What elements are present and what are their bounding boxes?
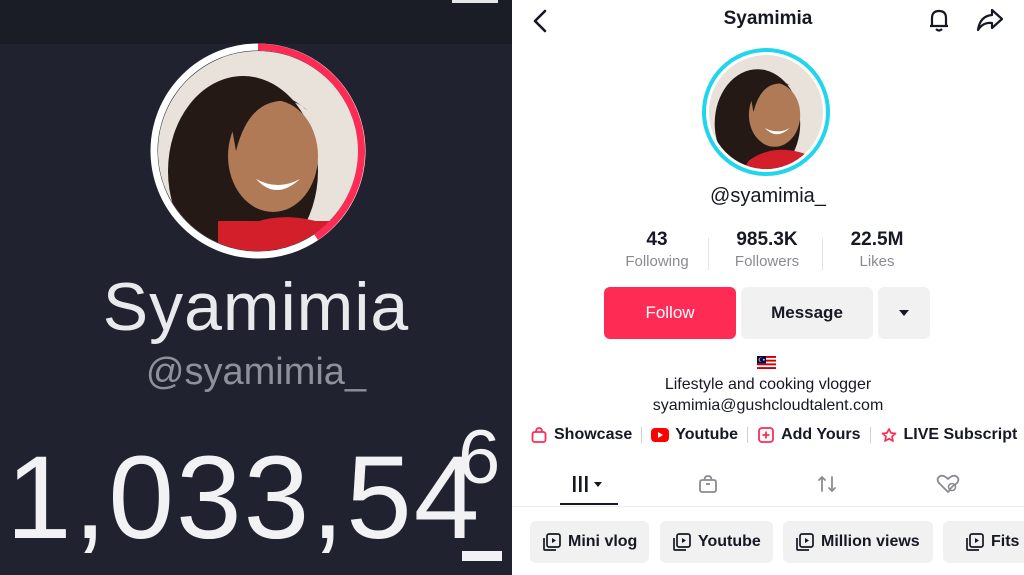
playlist-icon: [796, 533, 814, 551]
profile-username: @syamimia_: [710, 185, 826, 207]
tabs-divider: [512, 506, 1024, 507]
stat-value: 43: [646, 229, 668, 250]
link-divider: [747, 427, 749, 443]
link-label: Youtube: [675, 426, 739, 443]
link-add-yours[interactable]: Add Yours: [757, 426, 861, 444]
link-label: Add Yours: [781, 426, 861, 443]
link-divider: [641, 427, 643, 443]
tab-reposts[interactable]: [807, 466, 847, 502]
counter-cursor: [462, 551, 502, 561]
stat-likes[interactable]: 22.5M Likes: [817, 229, 937, 270]
youtube-icon: [651, 428, 670, 442]
playlist-label: Mini vlog: [568, 533, 638, 550]
caret-down-icon: [899, 310, 909, 316]
follower-count: 1,033,54: [6, 432, 482, 564]
playlist-label: Million views: [821, 533, 920, 550]
playlist-icon: [673, 533, 691, 551]
playlist-million-views[interactable]: Million views: [783, 521, 933, 563]
tab-videos[interactable]: [560, 466, 618, 502]
avatar: [158, 51, 358, 251]
profile-panel: Syamimia @syamimia_ 43 Following 985.3K …: [512, 0, 1024, 575]
playlist-youtube[interactable]: Youtube: [660, 521, 773, 563]
profile-links: Showcase Youtube Add Yours LIVE Subscrip…: [530, 424, 1017, 446]
stat-following[interactable]: 43 Following: [597, 229, 717, 270]
playlist-icon: [966, 533, 984, 551]
bell-icon[interactable]: [924, 5, 954, 35]
link-label: LIVE Subscript: [903, 426, 1018, 443]
link-divider: [869, 427, 871, 443]
display-name: Syamimia: [102, 269, 410, 345]
top-bar-indicator: [452, 0, 498, 3]
bio-line: Lifestyle and cooking vlogger: [664, 376, 872, 393]
playlist-fits[interactable]: Fits: [943, 521, 1024, 563]
link-live-subscription[interactable]: LIVE Subscript: [880, 426, 1018, 444]
repost-icon: [818, 476, 836, 492]
message-button[interactable]: Message: [741, 287, 873, 339]
playlist-label: Fits: [991, 533, 1020, 550]
playlist-label: Youtube: [698, 533, 761, 550]
active-tab-indicator: [560, 503, 618, 505]
stat-label: Following: [625, 253, 689, 270]
stat-label: Followers: [734, 253, 800, 270]
link-youtube[interactable]: Youtube: [651, 426, 738, 444]
stat-label: Likes: [859, 253, 895, 270]
playlist-mini-vlog[interactable]: Mini vlog: [530, 521, 649, 563]
tab-liked[interactable]: [928, 466, 968, 502]
link-showcase[interactable]: Showcase: [530, 426, 632, 444]
profile-avatar[interactable]: [709, 55, 823, 169]
malaysia-flag-icon: [757, 356, 776, 369]
hidden-heart-icon: [936, 474, 960, 493]
link-label: Showcase: [554, 426, 633, 443]
live-counter-panel: Syamimia @syamimia_ 1,033,54 6: [0, 0, 512, 575]
live-subscription-icon: [881, 428, 896, 442]
top-bar: [0, 0, 512, 44]
grid-icon: [573, 476, 602, 492]
follow-button[interactable]: Follow: [604, 287, 736, 339]
add-yours-icon: [758, 427, 774, 443]
content-tabs: [512, 466, 1024, 506]
playlist-icon: [543, 533, 561, 551]
bag-icon: [699, 475, 717, 493]
more-options-button[interactable]: [878, 287, 930, 339]
follower-count-rolling-digit: 6: [458, 415, 501, 500]
stat-followers[interactable]: 985.3K Followers: [707, 229, 827, 270]
tab-shop[interactable]: [688, 466, 728, 502]
bio-email[interactable]: syamimia@gushcloudtalent.com: [512, 397, 1024, 415]
stat-value: 22.5M: [850, 229, 904, 250]
stat-value: 985.3K: [736, 229, 798, 250]
share-icon[interactable]: [974, 5, 1006, 35]
shopping-bag-icon: [531, 427, 547, 443]
username: @syamimia_: [145, 351, 367, 393]
